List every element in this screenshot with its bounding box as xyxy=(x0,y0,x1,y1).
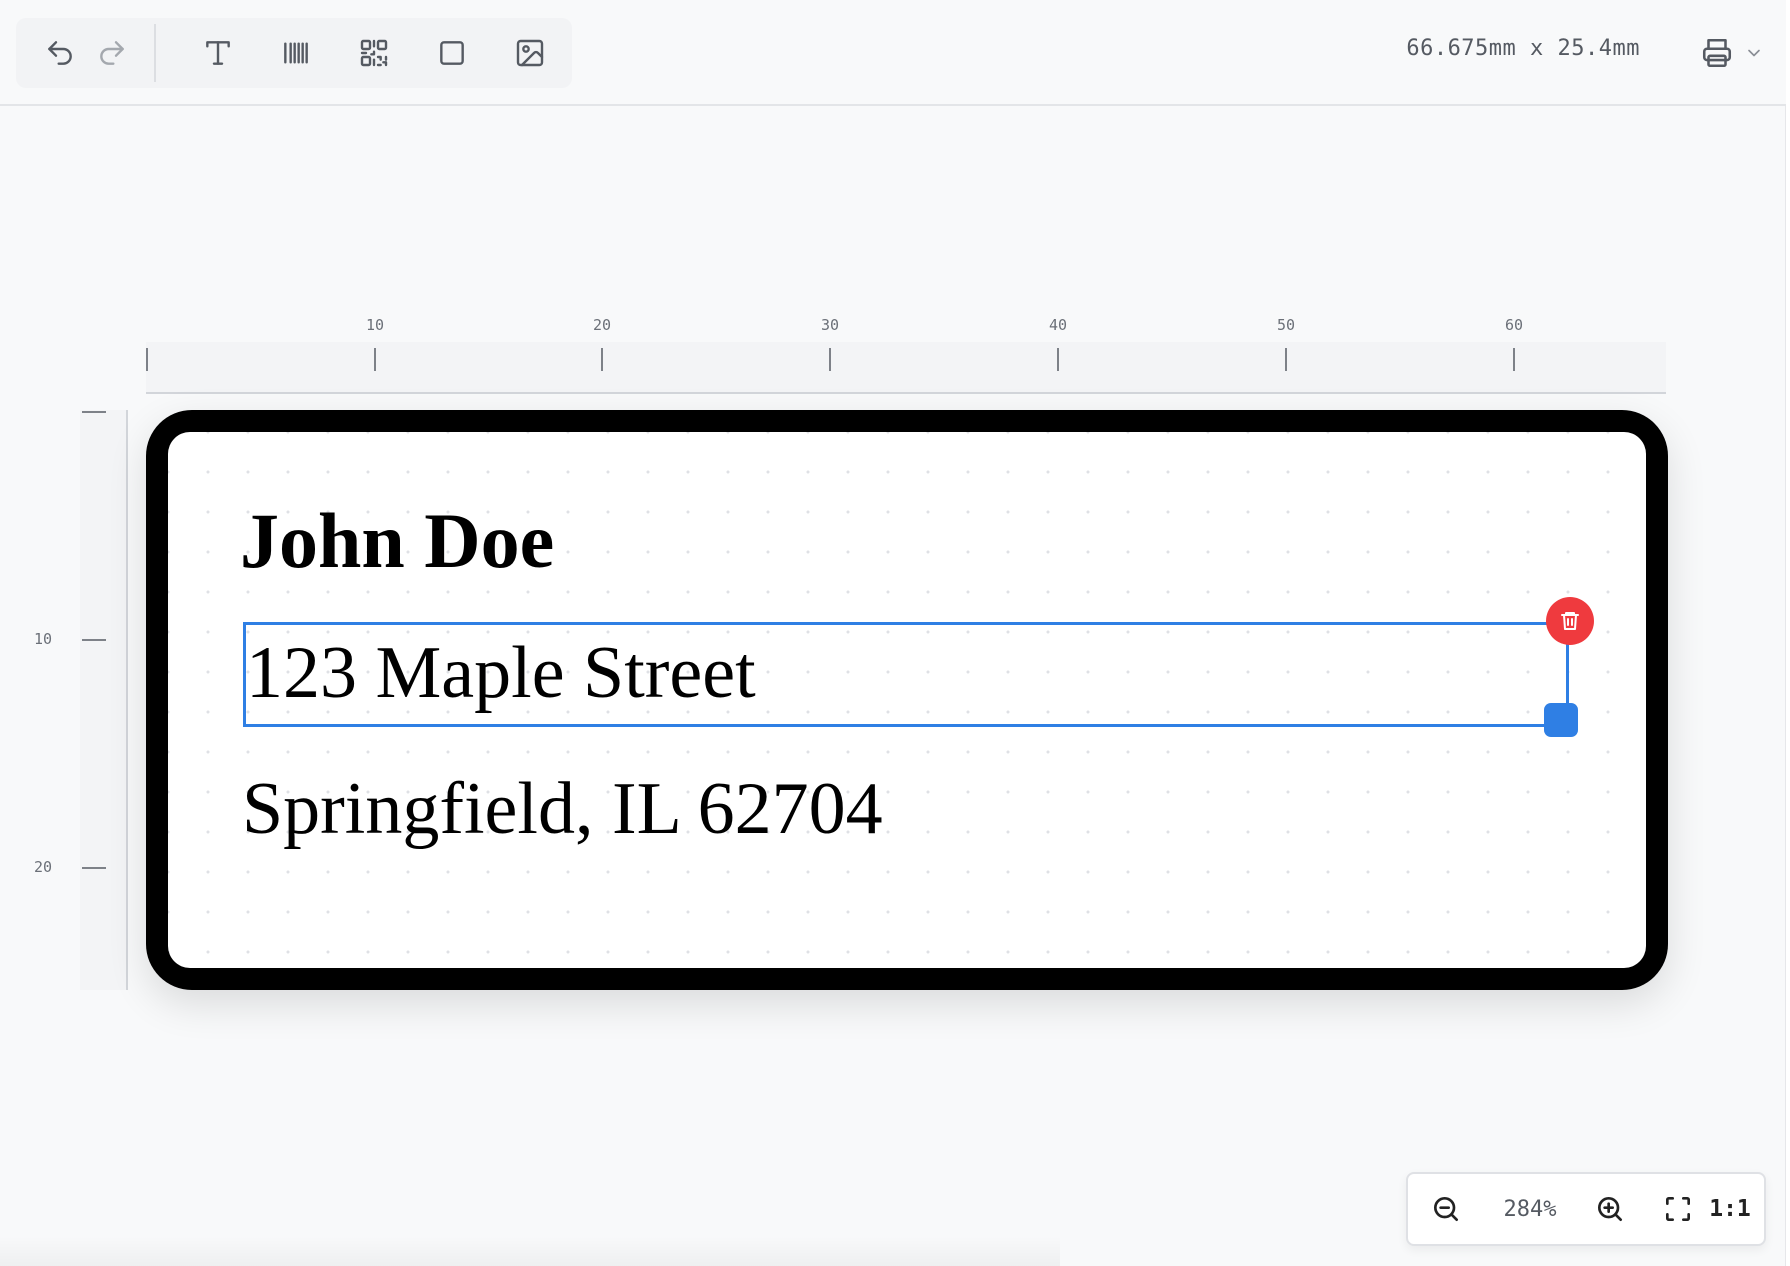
chevron-down-icon[interactable] xyxy=(1744,43,1764,63)
delete-element-button[interactable] xyxy=(1546,597,1594,645)
ruler-tick xyxy=(82,639,106,641)
toolbar-divider xyxy=(154,24,156,82)
ruler-label: 50 xyxy=(1276,316,1296,334)
rectangle-tool-button[interactable] xyxy=(422,18,482,88)
ruler-tick xyxy=(829,348,831,371)
toolbar: 66.675mm x 25.4mm xyxy=(0,0,1786,106)
printer-icon xyxy=(1702,38,1732,68)
fit-screen-icon xyxy=(1666,1197,1690,1221)
ruler-tick xyxy=(82,867,106,869)
zoom-reset-button[interactable]: 1:1 xyxy=(1700,1174,1760,1244)
trash-icon xyxy=(1561,612,1579,630)
qrcode-tool-button[interactable] xyxy=(344,18,404,88)
zoom-controls: 284% 1:1 xyxy=(1406,1172,1766,1246)
ruler-label: 10 xyxy=(365,316,385,334)
tool-group xyxy=(16,18,572,88)
ruler-tick xyxy=(82,411,106,413)
print-button[interactable] xyxy=(1700,28,1772,78)
text-tool-button[interactable] xyxy=(188,18,248,88)
image-tool-button[interactable] xyxy=(500,18,560,88)
qrcode-tool-icon xyxy=(360,39,388,67)
redo-icon xyxy=(100,41,124,65)
resize-handle[interactable] xyxy=(1544,703,1578,737)
image-tool-icon xyxy=(516,39,544,67)
zoom-out-button[interactable] xyxy=(1416,1174,1476,1244)
label-text-city[interactable]: Springfield, IL 62704 xyxy=(242,764,883,854)
zoom-in-icon xyxy=(1598,1197,1622,1221)
undo-button[interactable] xyxy=(30,18,90,88)
text-tool-icon xyxy=(206,41,230,65)
label-text-street[interactable]: 123 Maple Street xyxy=(246,630,756,716)
bottom-shade xyxy=(0,1236,1060,1266)
ruler-label: 20 xyxy=(34,858,53,876)
zoom-out-icon xyxy=(1434,1197,1458,1221)
undo-icon xyxy=(48,41,72,65)
zoom-level: 284% xyxy=(1503,1196,1557,1222)
barcode-tool-button[interactable] xyxy=(266,18,326,88)
zoom-in-button[interactable] xyxy=(1580,1174,1640,1244)
ruler-tick xyxy=(1513,348,1515,371)
ruler-tick xyxy=(146,348,148,371)
rectangle-tool-icon xyxy=(440,41,464,65)
ruler-label: 20 xyxy=(592,316,612,334)
ruler-label: 30 xyxy=(820,316,840,334)
ruler-tick xyxy=(601,348,603,371)
ruler-tick xyxy=(374,348,376,371)
ruler-tick xyxy=(1285,348,1287,371)
vertical-ruler xyxy=(80,410,128,990)
ruler-label: 60 xyxy=(1504,316,1524,334)
label-size-readout: 66.675mm x 25.4mm xyxy=(1406,36,1640,61)
ruler-label: 10 xyxy=(34,630,53,648)
label-editor-app: 66.675mm x 25.4mm 10 20 30 40 50 60 10 2… xyxy=(0,0,1786,1266)
ruler-tick xyxy=(1057,348,1059,371)
ruler-label: 40 xyxy=(1048,316,1068,334)
barcode-tool-icon xyxy=(284,42,308,64)
label-text-name[interactable]: John Doe xyxy=(240,496,554,586)
redo-button[interactable] xyxy=(82,18,142,88)
fit-screen-button[interactable] xyxy=(1648,1174,1708,1244)
